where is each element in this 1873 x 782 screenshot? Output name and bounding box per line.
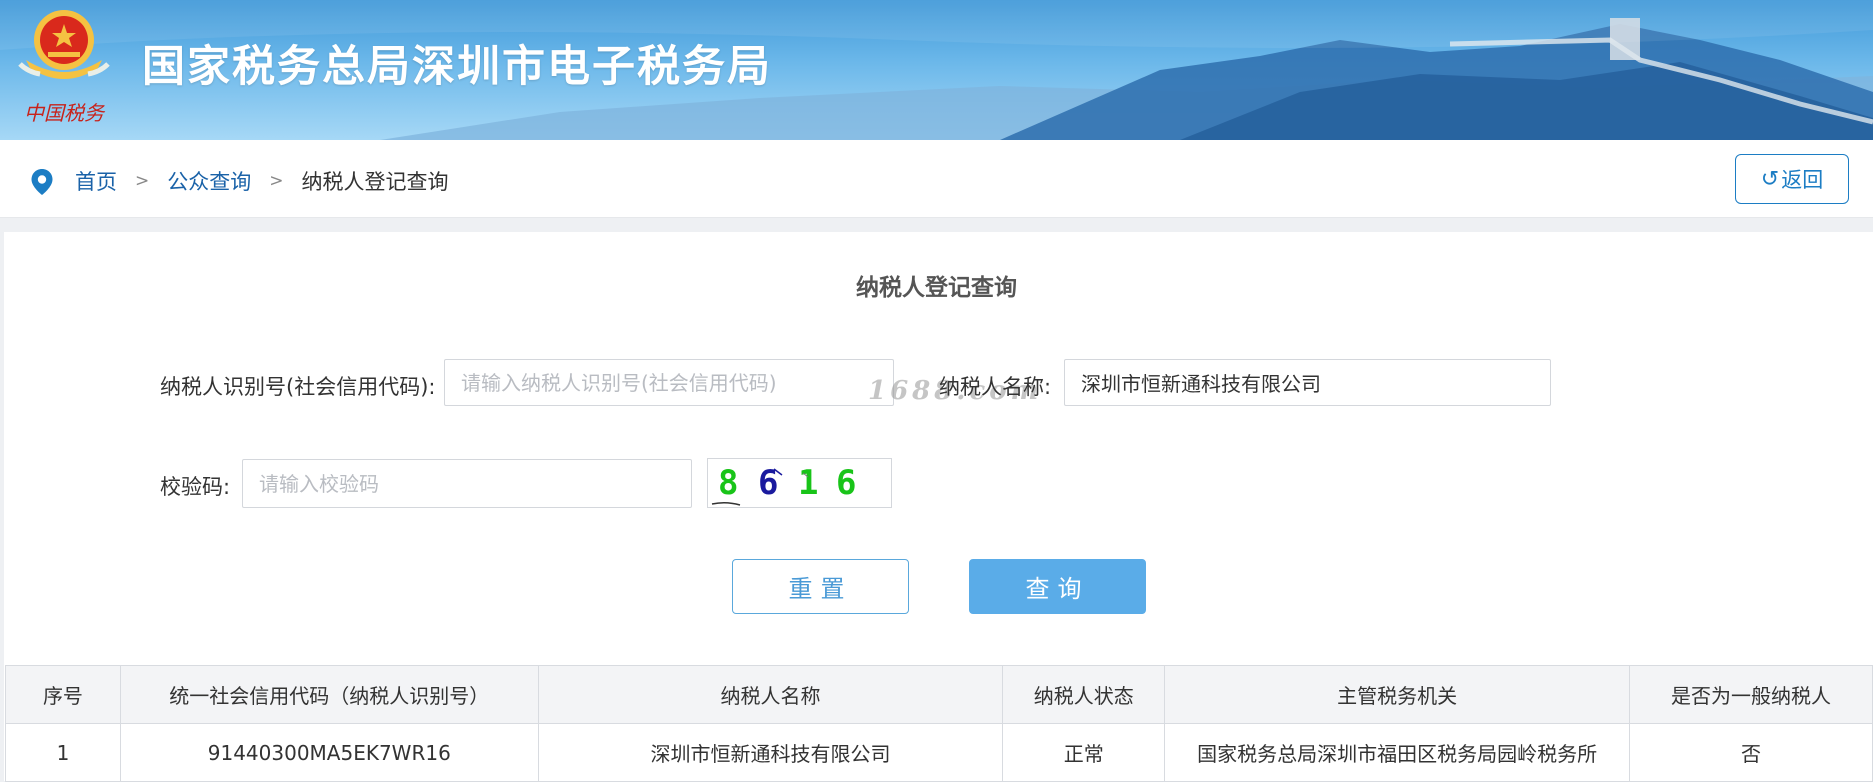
query-button[interactable]: 查询 [969,559,1146,614]
column-header: 是否为一般纳税人 [1629,665,1873,724]
table-header-row: 序号 统一社会信用代码（纳税人识别号） 纳税人名称 纳税人状态 主管税务机关 是… [5,665,1873,724]
taxpayer-id-label: 纳税人识别号(社会信用代码): [160,375,436,399]
emblem-text: 中国税务 [24,101,106,125]
undo-arrow-icon: ↺ [1760,166,1780,192]
reset-button[interactable]: 重置 [732,559,909,614]
taxpayer-id-input[interactable] [444,359,894,406]
breadcrumb-current: 纳税人登记查询 [301,170,449,194]
column-header: 纳税人名称 [537,665,1004,724]
back-button-label: 返回 [1781,168,1824,192]
captcha-image[interactable]: 8 6 1 6 [707,458,892,508]
taxpayer-name-label: 纳税人名称: [939,375,1052,399]
captcha-input[interactable] [242,459,692,508]
table-cell: 1 [5,723,121,782]
table-cell: 否 [1629,723,1873,782]
table-cell: 深圳市恒新通科技有限公司 [537,723,1004,782]
column-header: 纳税人状态 [1002,665,1166,724]
column-header: 统一社会信用代码（纳税人识别号） [119,665,539,724]
breadcrumb-public-query-link[interactable]: 公众查询 [167,166,251,196]
captcha-noise [711,468,809,506]
site-title: 国家税务总局深圳市电子税务局 [142,42,772,92]
taxpayer-name-input[interactable] [1064,359,1551,406]
column-header: 主管税务机关 [1164,665,1631,724]
breadcrumb-separator: > [269,171,284,191]
location-pin-icon [31,169,53,195]
back-button[interactable]: ↺ 返回 [1735,154,1849,204]
form-title: 纳税人登记查询 [856,275,1017,301]
breadcrumb: 首页 > 公众查询 > 纳税人登记查询 [75,166,449,196]
header-banner: 中国税务 国家税务总局深圳市电子税务局 [0,0,1873,140]
captcha-label: 校验码: [160,475,231,499]
table-row: 1 91440300MA5EK7WR16 深圳市恒新通科技有限公司 正常 国家税… [5,723,1873,782]
breadcrumb-separator: > [135,171,150,191]
breadcrumb-bar: 首页 > 公众查询 > 纳税人登记查询 [0,140,1873,218]
table-cell: 91440300MA5EK7WR16 [119,723,539,782]
breadcrumb-home-link[interactable]: 首页 [75,166,117,196]
tax-emblem-icon: 中国税务 [18,10,110,125]
result-table: 序号 统一社会信用代码（纳税人识别号） 纳税人名称 纳税人状态 主管税务机关 是… [5,665,1873,782]
table-cell: 国家税务总局深圳市福田区税务局园岭税务所 [1164,723,1631,782]
table-cell: 正常 [1002,723,1166,782]
column-header: 序号 [5,665,121,724]
